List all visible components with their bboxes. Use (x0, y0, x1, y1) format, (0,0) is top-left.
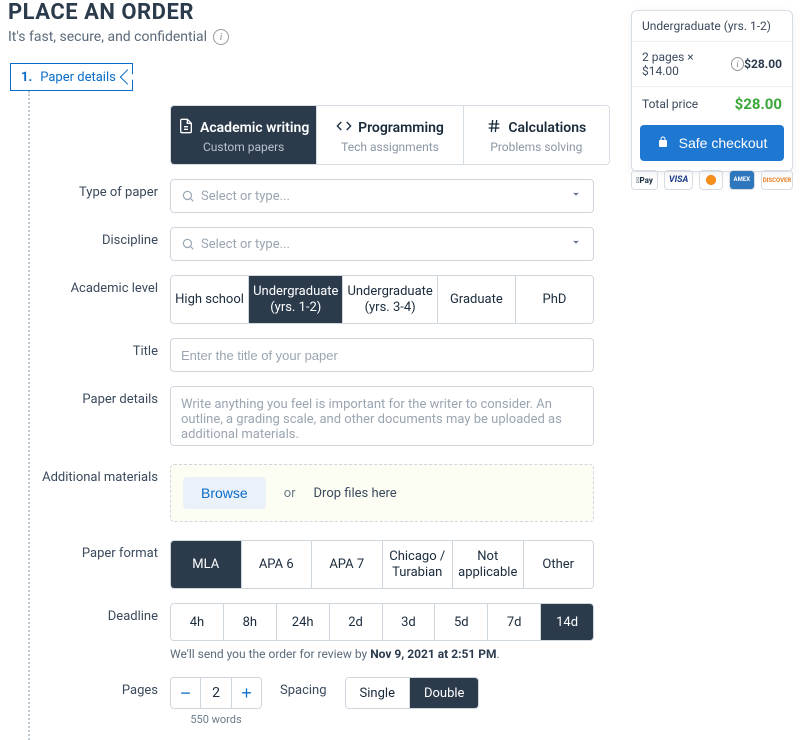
summary-total: $28.00 (735, 95, 782, 113)
deadline-option[interactable]: 5d (435, 604, 488, 640)
service-tab-academic[interactable]: Academic writing Custom papers (171, 106, 317, 164)
checkout-label: Safe checkout (679, 135, 768, 151)
service-tabs: Academic writing Custom papers Programmi… (170, 105, 610, 165)
mastercard-badge (699, 170, 722, 190)
label-pages: Pages (30, 677, 170, 698)
lock-icon (657, 135, 669, 151)
paper-format-segment: MLAAPA 6APA 7Chicago / TurabianNot appli… (170, 540, 594, 589)
order-summary-card: Undergraduate (yrs. 1-2) 2 pages × $14.0… (631, 10, 793, 172)
summary-level: Undergraduate (yrs. 1-2) (642, 19, 771, 33)
summary-level-row: Undergraduate (yrs. 1-2) (632, 11, 792, 42)
upload-or: or (284, 486, 296, 501)
service-tab-sublabel: Tech assignments (317, 140, 462, 154)
service-tab-calculations[interactable]: Calculations Problems solving (464, 106, 609, 164)
pages-value: 2 (201, 678, 231, 708)
service-tab-sublabel: Problems solving (464, 140, 609, 154)
paper-format-option[interactable]: APA 7 (312, 541, 383, 588)
select-placeholder: Select or type... (201, 189, 290, 204)
service-tab-label: Academic writing (200, 120, 309, 136)
step-tab-paper-details[interactable]: 1. Paper details (10, 63, 133, 91)
select-placeholder: Select or type... (201, 237, 290, 252)
deadline-option[interactable]: 7d (488, 604, 541, 640)
deadline-note-prefix: We'll send you the order for review by (170, 647, 370, 661)
academic-level-option[interactable]: High school (171, 276, 249, 323)
academic-level-option[interactable]: Undergraduate (yrs. 3-4) (343, 276, 437, 323)
discipline-select[interactable]: Select or type... (170, 227, 594, 261)
academic-level-option[interactable]: PhD (516, 276, 593, 323)
service-tab-label: Programming (358, 120, 444, 136)
deadline-option[interactable]: 14d (541, 604, 593, 640)
summary-total-label: Total price (642, 97, 698, 111)
deadline-segment: 4h8h24h2d3d5d7d14d (170, 603, 594, 641)
deadline-note: We'll send you the order for review by N… (170, 647, 610, 661)
pages-increment-button[interactable]: + (231, 678, 261, 708)
label-paper-details: Paper details (30, 386, 170, 407)
spacing-segment: SingleDouble (345, 677, 480, 709)
hash-icon (486, 118, 502, 138)
info-icon[interactable]: i (213, 29, 229, 45)
chevron-down-icon (569, 187, 583, 205)
paper-format-option[interactable]: MLA (171, 541, 242, 588)
summary-calc: 2 pages × $14.00 (642, 50, 727, 78)
info-icon[interactable]: i (731, 57, 744, 71)
payment-methods: Pay VISA AMEX DISCOVER (631, 156, 793, 190)
discover-badge: DISCOVER (761, 170, 793, 190)
summary-line-price: $28.00 (744, 57, 782, 71)
deadline-option[interactable]: 4h (171, 604, 224, 640)
paper-details-textarea[interactable] (170, 386, 594, 446)
summary-total-row: Total price $28.00 (632, 87, 792, 121)
service-tab-programming[interactable]: Programming Tech assignments (317, 106, 463, 164)
upload-dropzone[interactable]: Browse or Drop files here (170, 464, 594, 522)
academic-level-segment: High schoolUndergraduate (yrs. 1-2)Under… (170, 275, 594, 324)
chevron-down-icon (569, 235, 583, 253)
label-type-of-paper: Type of paper (30, 179, 170, 200)
paper-format-option[interactable]: Other (524, 541, 594, 588)
paper-format-option[interactable]: Not applicable (453, 541, 524, 588)
label-academic-level: Academic level (30, 275, 170, 296)
pages-decrement-button[interactable]: − (171, 678, 201, 708)
spacing-option[interactable]: Single (346, 678, 410, 708)
academic-level-option[interactable]: Undergraduate (yrs. 1-2) (249, 276, 343, 323)
title-input[interactable] (170, 338, 594, 372)
academic-level-option[interactable]: Graduate (438, 276, 516, 323)
service-tab-label: Calculations (508, 120, 586, 136)
search-icon (181, 237, 195, 251)
label-discipline: Discipline (30, 227, 170, 248)
deadline-option[interactable]: 3d (383, 604, 436, 640)
page-subtitle: It's fast, secure, and confidential (8, 29, 207, 45)
label-paper-format: Paper format (30, 540, 170, 561)
label-deadline: Deadline (30, 603, 170, 624)
step-progress-line (12, 91, 30, 740)
deadline-option[interactable]: 2d (330, 604, 383, 640)
paper-format-option[interactable]: Chicago / Turabian (383, 541, 454, 588)
step-label: Paper details (40, 70, 116, 85)
pages-words: 550 words (170, 713, 262, 726)
upload-drop-text: Drop files here (314, 486, 397, 501)
step-number: 1. (21, 70, 32, 85)
spacing-option[interactable]: Double (410, 678, 478, 708)
paper-format-option[interactable]: APA 6 (242, 541, 313, 588)
label-additional-materials: Additional materials (30, 464, 170, 485)
summary-calc-row: 2 pages × $14.00 i $28.00 (632, 42, 792, 87)
browse-button[interactable]: Browse (183, 477, 266, 509)
label-title: Title (30, 338, 170, 359)
deadline-note-date: Nov 9, 2021 at 2:51 PM (370, 647, 496, 661)
pages-stepper: − 2 + (170, 677, 262, 709)
document-icon (178, 118, 194, 138)
visa-badge: VISA (664, 170, 694, 190)
amex-badge: AMEX (729, 170, 755, 190)
label-spacing: Spacing (280, 677, 327, 698)
applepay-badge: Pay (631, 170, 658, 190)
deadline-option[interactable]: 8h (224, 604, 277, 640)
code-icon (336, 118, 352, 138)
deadline-option[interactable]: 24h (277, 604, 330, 640)
service-tab-sublabel: Custom papers (171, 140, 316, 154)
type-of-paper-select[interactable]: Select or type... (170, 179, 594, 213)
search-icon (181, 189, 195, 203)
